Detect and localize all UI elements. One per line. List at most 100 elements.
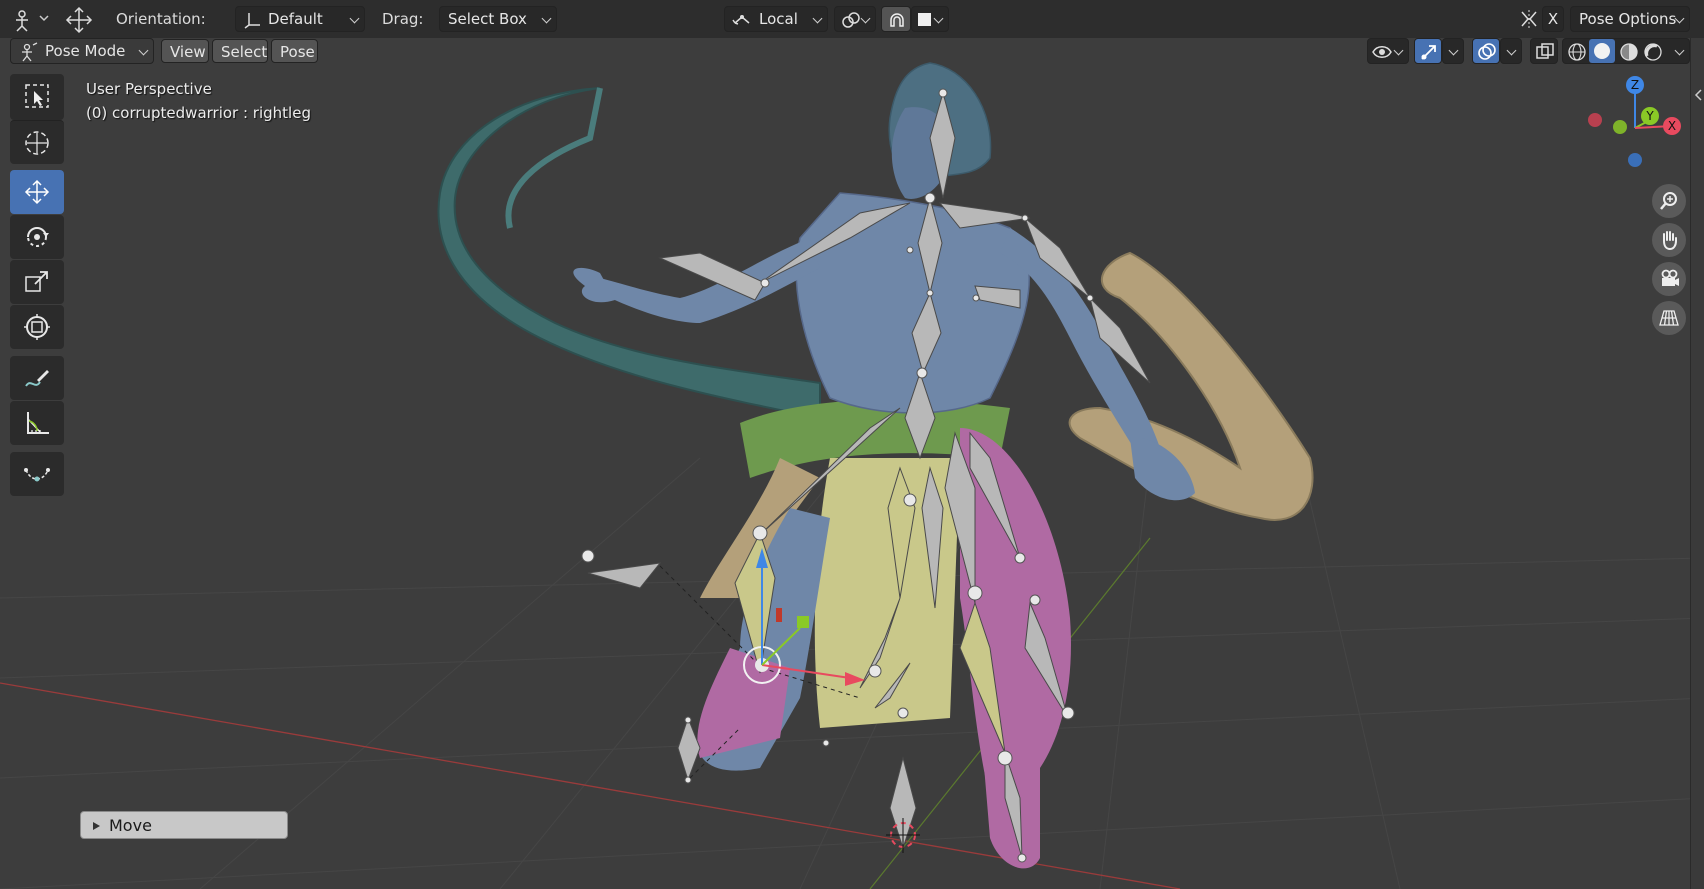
menu-view-label: View	[170, 43, 206, 61]
zoom-icon	[1660, 192, 1677, 210]
active-object-label: (0) corruptedwarrior : rightleg	[86, 104, 311, 122]
mirror-x-label: X	[1547, 10, 1559, 28]
menu-select-label: Select	[221, 43, 268, 61]
chevron-down-icon	[1506, 45, 1517, 56]
wireframe-shading-icon[interactable]	[1567, 42, 1587, 62]
gizmo-x-label: X	[1668, 119, 1676, 133]
xray-toggle[interactable]	[1530, 38, 1558, 64]
cursor-tool[interactable]	[10, 120, 64, 164]
navigation-gizmo[interactable]: Z Y X	[1580, 76, 1690, 176]
shading-modes	[1562, 38, 1690, 64]
snap-element-dropdown[interactable]	[911, 6, 949, 32]
mirror-x-toggle[interactable]: X	[1542, 6, 1564, 32]
snap-target-dropdown[interactable]	[834, 6, 876, 32]
pose-options-dropdown[interactable]: Pose Options	[1570, 6, 1690, 32]
orientation-value: Default	[268, 10, 323, 28]
transform-pivot-icon	[732, 15, 750, 25]
annotate-icon	[25, 370, 49, 387]
scale-icon	[25, 271, 48, 292]
zoom-button[interactable]	[1652, 184, 1686, 218]
editor-type-button[interactable]	[10, 6, 50, 36]
chevron-down-icon	[138, 45, 149, 56]
transform-tool[interactable]	[10, 305, 64, 349]
visibility-dropdown[interactable]	[1367, 38, 1409, 64]
last-operator-panel[interactable]: Move	[80, 811, 288, 839]
chevron-down-icon	[1674, 45, 1685, 56]
annotate-tool[interactable]	[10, 356, 64, 400]
orientation-dropdown[interactable]: Default	[235, 6, 365, 32]
move-icon	[24, 179, 50, 205]
drag-value: Select Box	[448, 10, 527, 28]
solid-shading-icon	[1594, 43, 1610, 59]
tool-settings-bar: Orientation: Default Drag: Select Box Lo…	[0, 0, 1704, 39]
menu-pose-label: Pose	[280, 43, 315, 61]
select-box-tool[interactable]	[10, 74, 64, 120]
pivot-dropdown[interactable]: Local	[724, 6, 828, 32]
cursor-icon	[25, 131, 49, 155]
menu-view[interactable]: View	[161, 39, 209, 63]
eye-icon	[1372, 46, 1392, 58]
perspective-toggle-button[interactable]	[1652, 301, 1686, 335]
pan-button[interactable]	[1652, 223, 1686, 257]
gizmo-icon	[1421, 45, 1436, 60]
operator-label: Move	[109, 816, 152, 835]
camera-view-button[interactable]	[1652, 262, 1686, 296]
rotate-icon	[27, 227, 49, 247]
pose-armature-icon	[16, 10, 49, 32]
viewport-scene	[0, 62, 1704, 889]
overlays-toggle[interactable]	[1472, 38, 1500, 64]
mode-dropdown[interactable]: Pose Mode	[10, 38, 154, 64]
sidebar-toggle-strip[interactable]	[1690, 38, 1704, 889]
rotate-tool[interactable]	[10, 215, 64, 259]
mode-value: Pose Mode	[45, 42, 126, 60]
gizmo-toggle[interactable]	[1414, 38, 1442, 64]
chevron-down-icon	[541, 13, 552, 24]
snap-increment-icon	[918, 13, 931, 26]
material-shading-icon[interactable]	[1619, 42, 1639, 62]
gizmo-neg-y-icon[interactable]	[1613, 120, 1627, 134]
menu-pose[interactable]: Pose	[271, 39, 318, 63]
transform-move-icon[interactable]	[62, 5, 96, 39]
gizmo-dropdown[interactable]	[1442, 38, 1464, 64]
menu-select[interactable]: Select	[212, 39, 268, 63]
gizmo-x-plane	[776, 608, 782, 622]
disclosure-triangle-icon	[93, 822, 100, 830]
xray-icon	[1536, 43, 1554, 59]
solid-shading-button[interactable]	[1589, 39, 1615, 63]
cloak-hook-mesh	[437, 87, 821, 420]
gizmo-neg-x-icon[interactable]	[1588, 113, 1602, 127]
transform-icon	[24, 314, 50, 340]
rendered-shading-icon[interactable]	[1643, 42, 1663, 62]
gizmo-y-plane	[797, 616, 809, 628]
3d-viewport[interactable]: Pose Mode View Select Pose User Perspect…	[0, 38, 1704, 889]
gizmo-y-label: Y	[1645, 109, 1654, 123]
snap-toggle[interactable]	[881, 6, 911, 32]
chevron-down-icon	[860, 13, 871, 24]
relax-tool[interactable]	[10, 452, 64, 496]
pose-mode-icon	[22, 42, 38, 62]
gizmo-z-label: Z	[1631, 78, 1639, 92]
chevron-down-icon	[933, 13, 944, 24]
gizmo-neg-z-icon[interactable]	[1628, 153, 1642, 167]
move-tool[interactable]	[10, 170, 64, 214]
curve-icon	[24, 468, 50, 482]
orientation-label: Orientation:	[116, 10, 206, 28]
orientation-axes-icon	[244, 13, 260, 29]
scale-tool[interactable]	[10, 260, 64, 304]
3d-cursor-icon	[886, 818, 920, 853]
mirror-icon[interactable]	[1518, 8, 1540, 34]
measure-tool[interactable]	[10, 401, 64, 445]
drag-dropdown[interactable]: Select Box	[439, 6, 557, 32]
chevron-down-icon	[1393, 45, 1404, 56]
measure-icon	[27, 412, 49, 434]
pose-options-label: Pose Options	[1579, 10, 1677, 28]
hand-icon	[1663, 231, 1677, 251]
overlays-dropdown[interactable]	[1500, 38, 1522, 64]
chevron-down-icon	[812, 13, 823, 24]
chevron-left-icon	[1694, 89, 1702, 101]
perspective-label: User Perspective	[86, 80, 212, 98]
grid-perspective-icon	[1659, 310, 1679, 326]
pivot-value: Local	[759, 10, 798, 28]
overlays-icon	[1478, 43, 1496, 60]
magnet-icon	[890, 13, 904, 27]
